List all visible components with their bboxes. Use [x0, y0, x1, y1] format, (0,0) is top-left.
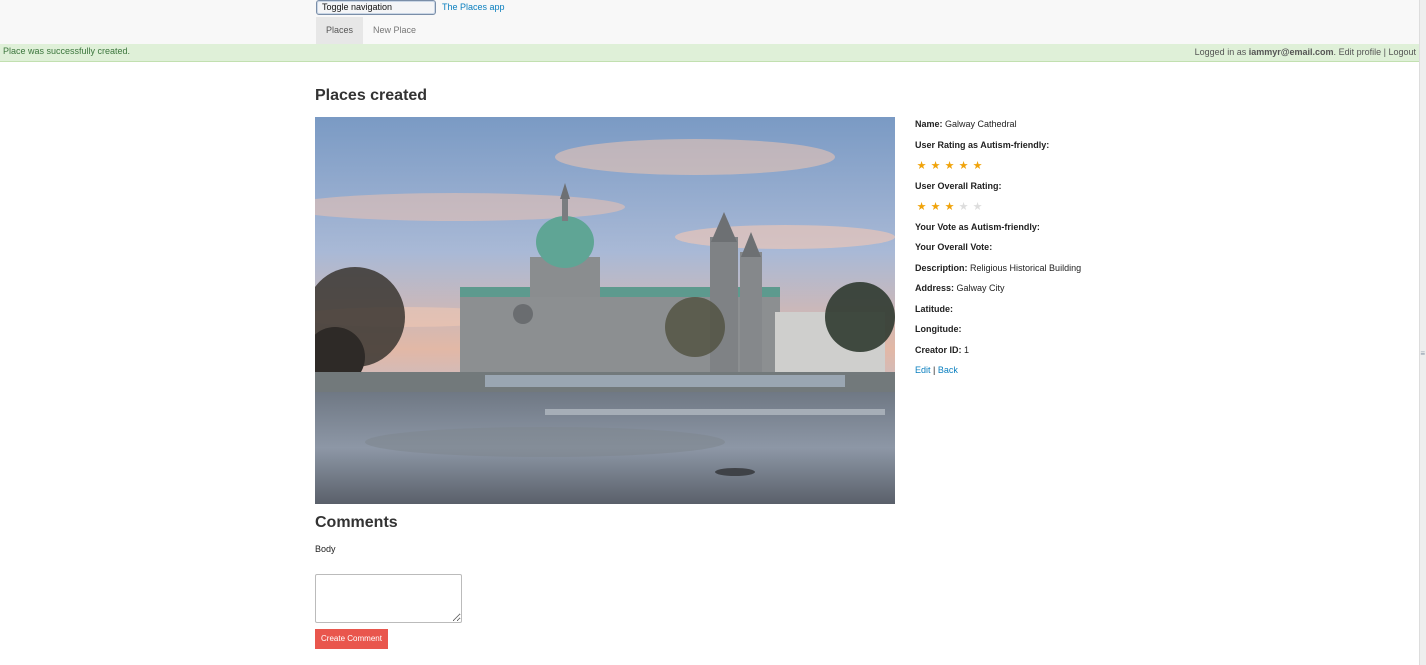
comment-body-input[interactable]: [315, 574, 462, 623]
edit-profile-link[interactable]: Edit profile: [1339, 47, 1382, 57]
star-icon[interactable]: ★: [971, 161, 984, 172]
your-autism-vote-row: Your Vote as Autism-friendly:: [915, 221, 1081, 242]
edit-link[interactable]: Edit: [915, 365, 931, 375]
user-email: iammyr@email.com: [1248, 47, 1334, 57]
brand-link[interactable]: The Places app: [442, 1, 505, 13]
link-separator: |: [933, 365, 936, 375]
longitude-label: Longitude:: [915, 324, 962, 334]
action-links: Edit | Back: [915, 364, 1081, 385]
scroll-grip-icon[interactable]: ≡: [1420, 350, 1425, 358]
comment-body-label: Body: [315, 544, 336, 554]
place-details: Name: Galway Cathedral User Rating as Au…: [915, 118, 1081, 385]
your-overall-vote-label: Your Overall Vote:: [915, 242, 993, 252]
address-label: Address:: [915, 283, 955, 293]
your-autism-vote-label: Your Vote as Autism-friendly:: [915, 221, 1040, 232]
overall-rating-row: User Overall Rating:: [915, 180, 1081, 201]
page-title: Places created: [315, 87, 428, 104]
star-icon[interactable]: ★: [943, 202, 956, 213]
latitude-label: Latitude:: [915, 303, 953, 314]
star-icon[interactable]: ★: [915, 202, 928, 213]
user-info-separator: |: [1383, 47, 1386, 57]
nav-tabs: Places New Place: [316, 17, 426, 44]
logged-in-prefix: Logged in as: [1194, 47, 1247, 57]
tab-new-place[interactable]: New Place: [363, 17, 426, 44]
longitude-row: Longitude:: [915, 323, 1081, 344]
creator-label: Creator ID:: [915, 344, 962, 355]
back-link[interactable]: Back: [938, 365, 958, 375]
autism-rating-label: User Rating as Autism-friendly:: [915, 139, 1050, 150]
description-row: Description: Religious Historical Buildi…: [915, 262, 1081, 283]
overall-rating-label: User Overall Rating:: [915, 180, 1002, 191]
star-icon[interactable]: ★: [929, 161, 942, 172]
success-notice: Place was successfully created.: [3, 46, 131, 56]
address-value: Galway City: [956, 283, 1005, 293]
star-icon[interactable]: ★: [929, 202, 942, 213]
star-icon[interactable]: ★: [915, 161, 928, 172]
star-icon[interactable]: ★: [971, 202, 984, 213]
user-info: Logged in as iammyr@email.com. Edit prof…: [1194, 47, 1416, 57]
autism-rating-row: User Rating as Autism-friendly:: [915, 139, 1081, 160]
star-icon[interactable]: ★: [957, 161, 970, 172]
alert-bar: Place was successfully created. Logged i…: [0, 44, 1420, 62]
address-row: Address: Galway City: [915, 282, 1081, 303]
star-icon[interactable]: ★: [957, 202, 970, 213]
overall-rating-stars: ★ ★ ★ ★ ★: [915, 200, 1081, 221]
creator-row: Creator ID: 1: [915, 344, 1081, 365]
place-photo-art: [315, 117, 895, 504]
logout-link[interactable]: Logout: [1388, 47, 1416, 57]
place-photo: [315, 117, 895, 504]
navbar: Toggle navigation The Places app Places …: [0, 0, 1420, 45]
latitude-row: Latitude:: [915, 303, 1081, 324]
autism-rating-stars: ★ ★ ★ ★ ★: [915, 159, 1081, 180]
name-row: Name: Galway Cathedral: [915, 118, 1081, 139]
your-overall-vote-row: Your Overall Vote:: [915, 241, 1081, 262]
description-label: Description:: [915, 262, 968, 273]
comments-title: Comments: [315, 514, 398, 531]
creator-id: 1: [964, 344, 970, 355]
name-value: Galway Cathedral: [945, 119, 1017, 129]
create-comment-button[interactable]: Create Comment: [315, 629, 388, 649]
description-value: Religious Historical Building: [970, 262, 1082, 273]
name-label: Name:: [915, 119, 943, 129]
tab-places[interactable]: Places: [316, 17, 364, 44]
scrollbar[interactable]: ≡: [1419, 0, 1426, 665]
toggle-navigation-button[interactable]: Toggle navigation: [316, 0, 436, 15]
star-icon[interactable]: ★: [943, 161, 956, 172]
